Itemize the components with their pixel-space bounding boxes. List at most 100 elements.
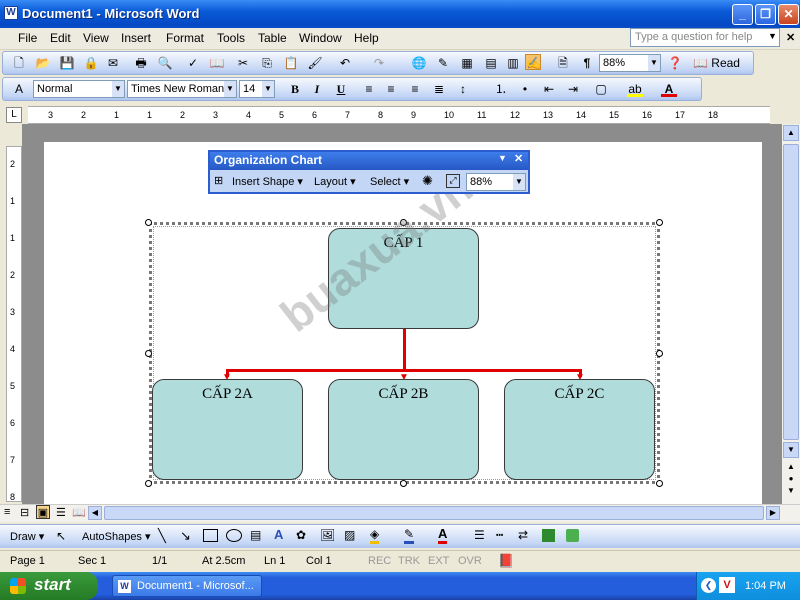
clipart-icon[interactable]: 🖼 <box>320 528 335 542</box>
spelling-status-icon[interactable]: 📕 <box>498 553 514 569</box>
undo-icon[interactable]: ↶ <box>337 55 353 71</box>
menu-view[interactable]: View <box>83 31 109 45</box>
toolbar-options-icon[interactable]: ▼ <box>498 153 507 163</box>
vietkey-icon[interactable]: V <box>719 577 735 593</box>
browse-object-button[interactable]: ● <box>783 474 799 486</box>
font-select[interactable]: Times New Roman ▼ <box>127 80 237 98</box>
help-icon[interactable]: ❓ <box>667 55 683 71</box>
draw-menu[interactable]: Draw ▾ <box>10 530 44 543</box>
wordart-icon[interactable]: A <box>274 527 283 542</box>
format-painter-icon[interactable]: 🖌 <box>307 55 323 71</box>
copy-icon[interactable]: ⎘ <box>259 55 275 71</box>
scroll-left-button[interactable]: ◀ <box>88 506 102 520</box>
bold-button[interactable]: B <box>287 81 303 97</box>
styles-pane-icon[interactable]: A <box>11 81 27 97</box>
save-icon[interactable]: 💾 <box>59 55 75 71</box>
fill-color-icon[interactable]: ◈ <box>370 527 380 544</box>
select-button[interactable]: Select ▾ <box>370 175 409 188</box>
resize-handle[interactable] <box>145 350 152 357</box>
research-icon[interactable]: 📖 <box>209 55 225 71</box>
org-box-2a[interactable]: CẤP 2A <box>152 379 303 480</box>
scroll-thumb[interactable] <box>783 144 799 440</box>
doc-close-icon[interactable]: ✕ <box>786 31 795 44</box>
line-style-icon[interactable]: ☰ <box>474 528 485 542</box>
menu-file[interactable]: File <box>18 31 37 45</box>
resize-handle[interactable] <box>656 480 663 487</box>
bullets-icon[interactable]: • <box>517 81 533 97</box>
shadow-style-icon[interactable] <box>542 529 555 542</box>
insert-shape-button[interactable]: Insert Shape ▾ <box>232 175 303 188</box>
document-map-icon[interactable]: 🗎 <box>555 55 571 71</box>
fit-text-icon[interactable]: ⤢ <box>446 174 460 188</box>
tables-borders-icon[interactable]: ✎ <box>435 55 451 71</box>
insert-table-icon[interactable]: ▦ <box>459 55 475 71</box>
org-toolbar-header[interactable]: Organization Chart ▼ ✕ <box>210 152 528 170</box>
horizontal-ruler[interactable]: 3 2 1 1 2 3 4 5 6 7 8 9 10 11 12 13 14 15 16 17 18 <box>28 106 770 124</box>
print-preview-icon[interactable]: 🔍 <box>157 55 173 71</box>
paste-icon[interactable]: 📋 <box>283 55 299 71</box>
arrow-style-icon[interactable]: ⇄ <box>518 528 528 542</box>
line-spacing-icon[interactable]: ↕ <box>455 81 471 97</box>
reading-layout-view-icon[interactable]: 📖 <box>72 506 86 519</box>
align-center-icon[interactable]: ≡ <box>383 81 399 97</box>
status-trk[interactable]: TRK <box>398 555 420 567</box>
scroll-down-button[interactable]: ▼ <box>783 442 799 458</box>
menu-format[interactable]: Format <box>166 31 204 45</box>
diagram-icon[interactable]: ✿ <box>296 528 306 542</box>
menu-help[interactable]: Help <box>354 31 379 45</box>
prev-page-button[interactable]: ▲ <box>783 462 799 474</box>
oval-icon[interactable] <box>226 529 242 542</box>
rectangle-icon[interactable] <box>203 529 218 542</box>
font-color-icon[interactable]: A <box>661 81 677 97</box>
close-button[interactable]: ✕ <box>778 4 799 25</box>
scroll-right-button[interactable]: ▶ <box>766 506 780 520</box>
vertical-ruler[interactable]: 2 1 1 2 3 4 5 6 7 8 <box>6 146 22 502</box>
borders-icon[interactable]: ▢ <box>593 81 609 97</box>
ask-dropdown-icon[interactable]: ▼ <box>768 31 777 41</box>
next-page-button[interactable]: ▼ <box>783 486 799 498</box>
style-select[interactable]: Normal ▼ <box>33 80 125 98</box>
arrow-icon[interactable]: ↘ <box>180 528 191 544</box>
layout-button[interactable]: Layout ▾ <box>314 175 356 188</box>
picture-icon[interactable]: ▨ <box>344 528 355 542</box>
menu-window[interactable]: Window <box>299 31 342 45</box>
font-color-icon[interactable]: A <box>438 526 448 544</box>
print-icon[interactable]: 🖶 <box>133 55 149 71</box>
show-hide-icon[interactable]: ¶ <box>579 55 595 71</box>
org-chart-toolbar[interactable]: Organization Chart ▼ ✕ ⊞ Insert Shape ▾ … <box>208 150 530 194</box>
resize-handle[interactable] <box>656 219 663 226</box>
drawing-icon[interactable]: ✍ <box>525 54 541 70</box>
resize-handle[interactable] <box>656 350 663 357</box>
align-left-icon[interactable]: ≡ <box>361 81 377 97</box>
align-right-icon[interactable]: ≡ <box>407 81 423 97</box>
insert-excel-icon[interactable]: ▤ <box>483 55 499 71</box>
menu-table[interactable]: Table <box>258 31 287 45</box>
title-bar[interactable]: W Document1 - Microsoft Word _ ❐ ✕ <box>0 0 800 28</box>
textbox-icon[interactable]: ▤ <box>250 528 261 542</box>
line-color-icon[interactable]: ✎ <box>404 527 415 544</box>
org-box-2b[interactable]: CẤP 2B <box>328 379 479 480</box>
cut-icon[interactable]: ✂ <box>235 55 251 71</box>
decrease-indent-icon[interactable]: ⇤ <box>541 81 557 97</box>
increase-indent-icon[interactable]: ⇥ <box>565 81 581 97</box>
status-ext[interactable]: EXT <box>428 555 449 567</box>
resize-handle[interactable] <box>145 480 152 487</box>
status-rec[interactable]: REC <box>368 555 391 567</box>
hscroll-thumb[interactable] <box>104 506 764 520</box>
menu-tools[interactable]: Tools <box>217 31 245 45</box>
numbering-icon[interactable]: ⒈ <box>493 81 509 97</box>
italic-button[interactable]: I <box>309 81 325 97</box>
columns-icon[interactable]: ▥ <box>505 55 521 71</box>
org-box-2c[interactable]: CẤP 2C <box>504 379 655 480</box>
3d-style-icon[interactable] <box>566 529 579 542</box>
resize-handle[interactable] <box>400 480 407 487</box>
open-icon[interactable]: 📂 <box>35 55 51 71</box>
restore-button[interactable]: ❐ <box>755 4 776 25</box>
highlight-icon[interactable]: ab <box>627 81 643 97</box>
org-zoom-select[interactable]: 88% ▼ <box>466 173 526 191</box>
toolbar-close-icon[interactable]: ✕ <box>514 152 523 165</box>
horizontal-scrollbar[interactable]: ≡ ⊟ ▣ ☰ 📖 ◀ ▶ <box>0 504 800 522</box>
hyperlink-icon[interactable]: 🌐 <box>411 55 427 71</box>
vertical-scrollbar[interactable]: ▲ ▼ ▲ ● ▼ <box>782 124 800 504</box>
menu-insert[interactable]: Insert <box>121 31 151 45</box>
